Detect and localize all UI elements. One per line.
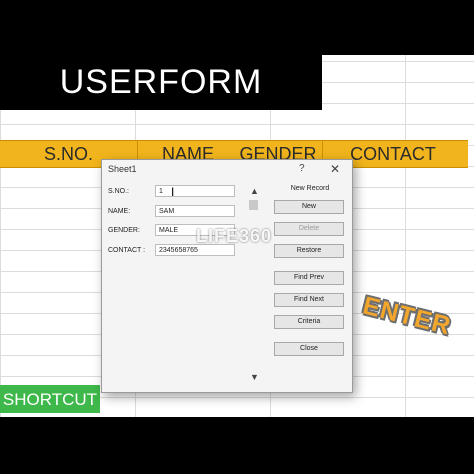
- scroll-down-icon[interactable]: ▼: [250, 372, 259, 382]
- sno-label: S.NO.:: [108, 188, 130, 195]
- sno-field[interactable]: 1: [155, 185, 235, 197]
- name-field[interactable]: SAM: [155, 205, 235, 217]
- new-button[interactable]: New: [274, 200, 344, 214]
- dialog-title: Sheet1: [108, 164, 137, 174]
- data-form-dialog: Sheet1 ? ✕ S.NO.: 1 I NAME: SAM GENDER: …: [101, 159, 353, 393]
- find-next-button[interactable]: Find Next: [274, 293, 344, 307]
- scroll-thumb[interactable]: [249, 200, 258, 210]
- name-label: NAME:: [108, 208, 131, 215]
- shortcut-cell[interactable]: SHORTCUT: [0, 385, 100, 413]
- watermark: LIFE360: [196, 226, 273, 246]
- banner-title: USERFORM: [59, 63, 263, 101]
- scroll-up-icon[interactable]: ▲: [250, 186, 259, 196]
- close-button[interactable]: Close: [274, 342, 344, 356]
- record-status: New Record: [290, 185, 330, 192]
- help-icon[interactable]: ?: [299, 163, 305, 174]
- title-banner: USERFORM: [0, 55, 322, 110]
- contact-label: CONTACT :: [108, 247, 146, 254]
- delete-button[interactable]: Delete: [274, 222, 344, 236]
- gender-label: GENDER:: [108, 227, 140, 234]
- text-cursor-icon: I: [171, 185, 175, 199]
- restore-button[interactable]: Restore: [274, 244, 344, 258]
- record-scrollbar[interactable]: ▲ ▼: [248, 186, 260, 382]
- criteria-button[interactable]: Criteria: [274, 315, 344, 329]
- close-icon[interactable]: ✕: [330, 162, 340, 176]
- find-prev-button[interactable]: Find Prev: [274, 271, 344, 285]
